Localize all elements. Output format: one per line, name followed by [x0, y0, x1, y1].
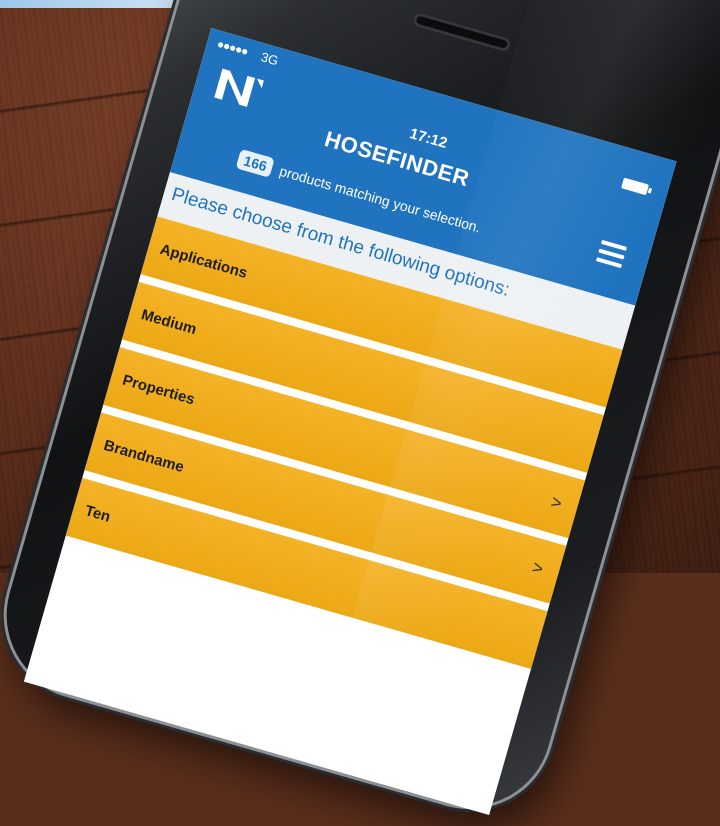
option-label: Properties	[120, 371, 197, 409]
chevron-right-icon: >	[530, 556, 546, 579]
option-label: Ten	[83, 502, 113, 526]
product-count-badge: 166	[235, 148, 276, 178]
earpiece-speaker	[411, 11, 512, 53]
option-label: Medium	[139, 306, 199, 339]
battery-icon	[621, 177, 650, 196]
network-type: 3G	[259, 49, 281, 69]
hamburger-menu-icon[interactable]	[595, 239, 628, 269]
chevron-right-icon: >	[548, 491, 565, 514]
signal-strength-icon: ●●●●●	[215, 36, 250, 59]
brand-logo-icon[interactable]	[209, 62, 268, 114]
option-label: Brandname	[101, 436, 186, 477]
status-time: 17:12	[407, 125, 450, 153]
option-label: Applications	[158, 240, 250, 282]
